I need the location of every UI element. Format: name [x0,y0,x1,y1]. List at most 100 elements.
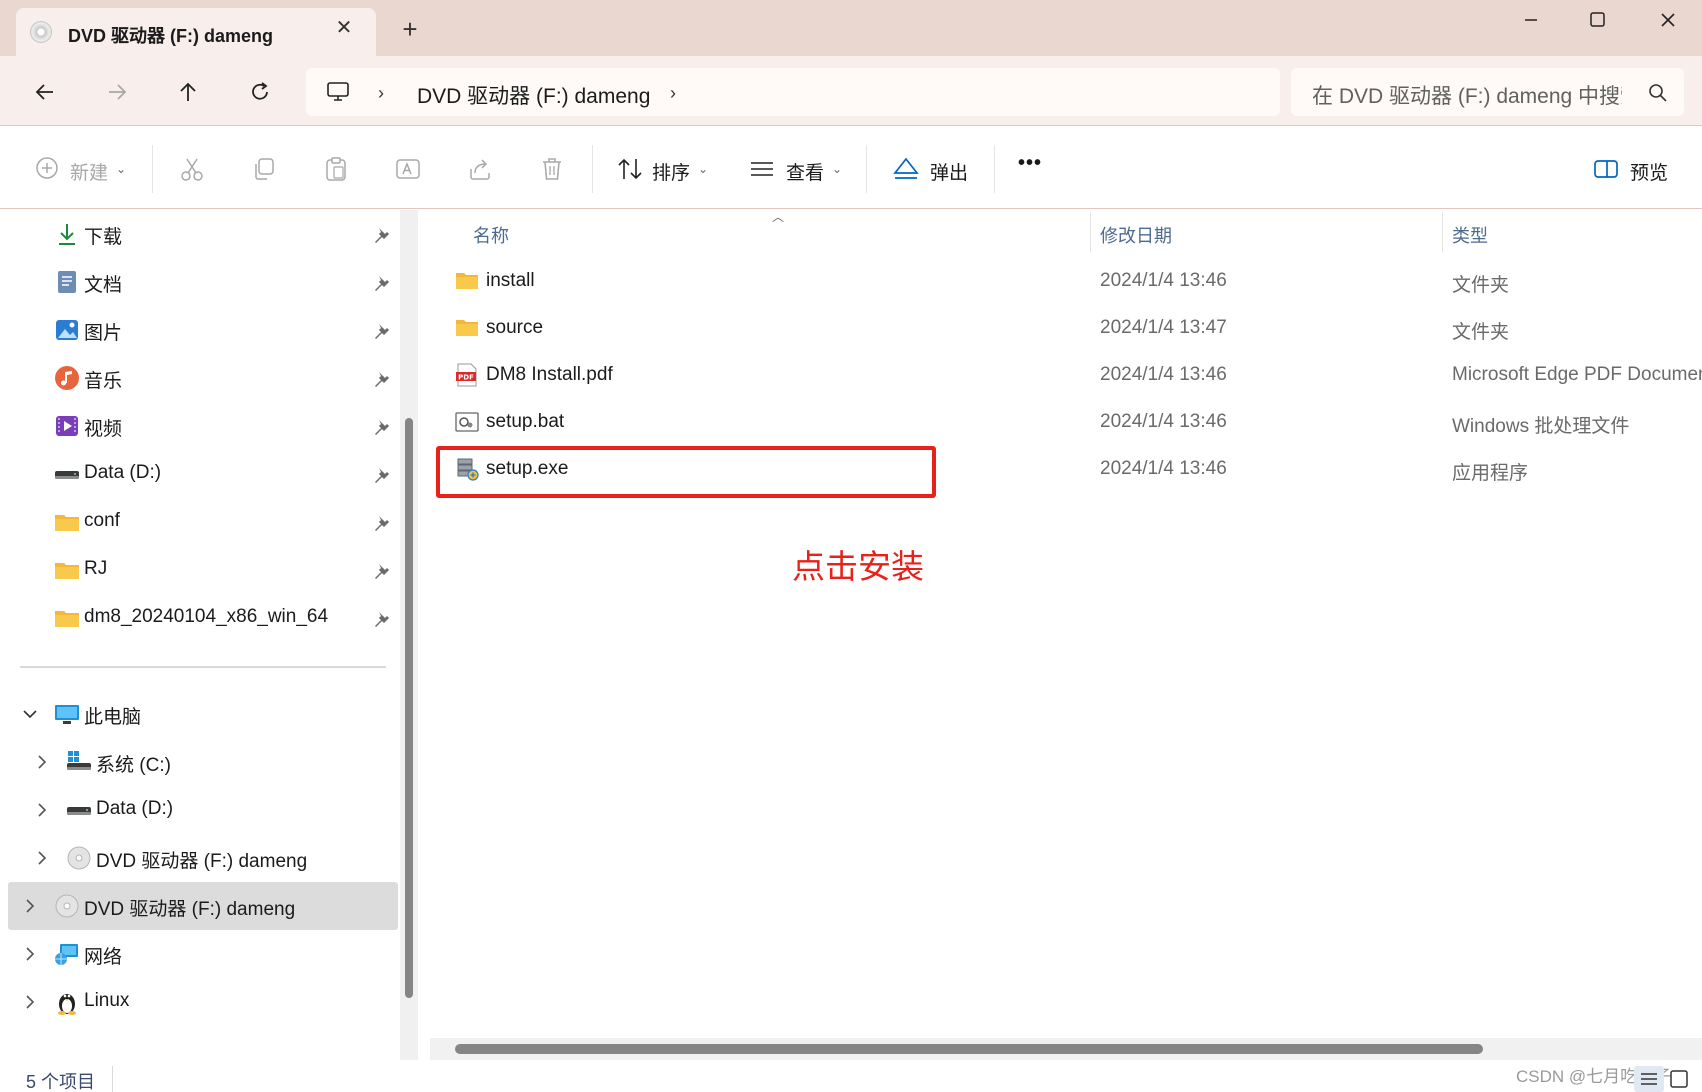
separator [152,145,153,193]
preview-button[interactable]: 预览 [1630,158,1668,185]
arrow-up-icon [180,82,196,101]
sidebar-item-documents[interactable]: 文档 [0,258,398,306]
preview-pane-icon[interactable] [1592,155,1620,183]
sidebar-item-label: 文档 [84,275,123,296]
sidebar-item-d-drive[interactable]: Data (D:) [0,786,398,834]
pin-icon[interactable] [373,226,391,244]
chevron-right-icon[interactable] [34,850,50,866]
sidebar-item-linux[interactable]: Linux [0,978,398,1026]
sidebar-item-videos[interactable]: 视频 [0,402,398,450]
sidebar-item-f-drive[interactable]: DVD 驱动器 (F:) dameng [0,834,398,882]
pin-icon[interactable] [373,322,391,340]
sidebar-item-dm8-folder[interactable]: dm8_20240104_x86_win_64 [0,594,398,642]
delete-icon[interactable] [538,155,566,183]
paste-icon[interactable] [322,155,350,183]
separator [866,145,867,193]
chevron-right-icon[interactable] [34,802,50,818]
rename-icon[interactable] [394,155,422,183]
tiles-view-button[interactable] [1668,1068,1690,1090]
details-view-button[interactable] [1634,1066,1664,1092]
sidebar-item-conf[interactable]: conf [0,498,398,546]
search-input[interactable]: 在 DVD 驱动器 (F:) dameng 中搜索 [1312,80,1622,110]
chevron-right-icon[interactable] [22,946,38,962]
view-icon[interactable] [748,155,776,183]
column-header-name[interactable]: 名称 [473,222,509,248]
file-row-install[interactable]: install 2024/1/4 13:46 文件夹 [428,258,1702,304]
search-icon[interactable] [1647,82,1669,104]
close-tab-icon[interactable]: ✕ [332,16,356,40]
separator [592,145,593,193]
sort-button[interactable]: 排序 [652,158,690,185]
maximize-button[interactable] [1572,4,1622,36]
file-modified: 2024/1/4 13:46 [1100,270,1227,291]
sidebar-scrollbar-thumb[interactable] [405,418,413,998]
eject-icon[interactable] [892,155,920,183]
column-divider[interactable] [1090,212,1091,252]
sidebar-item-network[interactable]: 网络 [0,930,398,978]
pin-icon[interactable] [373,514,391,532]
pin-icon[interactable] [373,562,391,580]
new-tab-button[interactable]: + [396,16,424,44]
column-header-type[interactable]: 类型 [1452,222,1488,248]
pin-icon[interactable] [373,610,391,628]
file-name: install [486,270,535,291]
chevron-right-icon[interactable] [34,754,50,770]
item-count: 5 个项目 [26,1072,96,1092]
chevron-right-icon[interactable] [22,994,38,1010]
computer-icon[interactable] [326,80,350,104]
sidebar-item-label: 音乐 [84,371,123,392]
file-type: Microsoft Edge PDF Document [1452,364,1702,385]
sidebar-item-label: Linux [84,990,130,1011]
refresh-button[interactable] [240,74,280,110]
sidebar-item-downloads[interactable]: 下载 [0,210,398,258]
sidebar-item-label: 视频 [84,419,123,440]
column-header-modified[interactable]: 修改日期 [1100,222,1172,248]
pin-icon[interactable] [373,466,391,484]
more-options-button[interactable]: ••• [1018,152,1042,175]
view-button[interactable]: 查看 [786,158,824,185]
file-row-source[interactable]: source 2024/1/4 13:47 文件夹 [428,305,1702,351]
sidebar-item-data-drive[interactable]: Data (D:) [0,450,398,498]
up-button[interactable] [168,74,208,110]
back-button[interactable] [25,74,65,110]
folder-icon [54,509,80,535]
cut-icon[interactable] [178,155,206,183]
minimize-button[interactable] [1506,4,1556,36]
maximize-icon [1590,12,1605,27]
new-button[interactable]: 新建 [70,158,108,185]
dvd-icon [30,21,52,43]
chevron-right-icon[interactable]: › [670,83,676,104]
chevron-down-icon[interactable] [22,706,38,722]
share-icon[interactable] [466,155,494,183]
batch-file-icon [455,410,479,434]
horizontal-scrollbar-thumb[interactable] [455,1044,1483,1054]
sort-icon[interactable] [616,155,644,183]
forward-button[interactable] [97,74,137,110]
column-divider[interactable] [1442,212,1443,252]
chevron-right-icon[interactable]: › [378,83,384,104]
sidebar-item-c-drive[interactable]: 系统 (C:) [0,738,398,786]
eject-button[interactable]: 弹出 [930,158,968,185]
sort-ascending-icon: ︿ [772,210,785,224]
copy-icon[interactable] [250,155,278,183]
close-window-button[interactable] [1643,4,1693,36]
new-icon[interactable] [34,155,62,183]
pin-icon[interactable] [373,418,391,436]
file-name: setup.bat [486,411,565,432]
file-row-pdf[interactable]: PDF DM8 Install.pdf 2024/1/4 13:46 Micro… [428,352,1702,398]
breadcrumb-current[interactable]: DVD 驱动器 (F:) dameng [417,80,650,110]
pin-icon[interactable] [373,370,391,388]
sidebar-item-this-pc[interactable]: 此电脑 [0,690,398,738]
sidebar-divider [20,666,386,668]
sidebar-item-dvd-root[interactable]: DVD 驱动器 (F:) dameng [0,882,398,930]
sidebar-item-music[interactable]: 音乐 [0,354,398,402]
sidebar-item-pictures[interactable]: 图片 [0,306,398,354]
file-type: 应用程序 [1452,463,1529,484]
arrow-right-icon [109,84,127,100]
sidebar-item-rj[interactable]: RJ [0,546,398,594]
sidebar-item-label: 此电脑 [84,707,142,728]
file-type: 文件夹 [1452,275,1510,296]
chevron-right-icon[interactable] [22,898,38,914]
file-row-setup-bat[interactable]: setup.bat 2024/1/4 13:46 Windows 批处理文件 [428,399,1702,445]
pin-icon[interactable] [373,274,391,292]
